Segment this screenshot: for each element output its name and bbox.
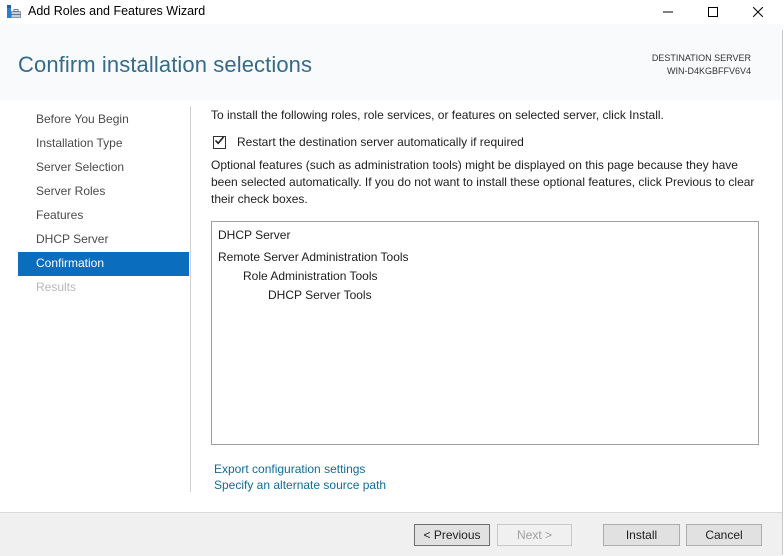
nav-item-features[interactable]: Features xyxy=(18,204,189,228)
server-manager-icon xyxy=(6,4,22,20)
nav-item-installation-type[interactable]: Installation Type xyxy=(18,132,189,156)
nav-item-results: Results xyxy=(36,280,77,294)
nav-item-confirmation[interactable]: Confirmation xyxy=(18,252,189,276)
restart-checkbox[interactable] xyxy=(213,135,226,149)
nav-item-dhcp-server[interactable]: DHCP Server xyxy=(18,228,189,252)
export-configuration-link[interactable]: Export configuration settings xyxy=(214,461,386,477)
selection-item-dhcp-server: DHCP Server xyxy=(218,228,291,242)
close-icon xyxy=(753,7,763,17)
maximize-icon xyxy=(708,7,718,17)
nav-item-server-selection[interactable]: Server Selection xyxy=(18,156,189,180)
minimize-button[interactable] xyxy=(645,0,691,24)
previous-button[interactable]: < Previous xyxy=(414,524,490,546)
minimize-icon xyxy=(663,7,673,17)
selection-item-dhcp-server-tools: DHCP Server Tools xyxy=(268,288,372,302)
checkmark-icon xyxy=(214,135,225,149)
close-button[interactable] xyxy=(735,0,781,24)
cancel-button[interactable]: Cancel xyxy=(686,524,762,546)
title-bar: Add Roles and Features Wizard xyxy=(0,0,784,24)
wizard-steps-nav: Before You Begin Installation Type Serve… xyxy=(18,108,189,300)
restart-checkbox-label: Restart the destination server automatic… xyxy=(237,135,524,149)
window-border xyxy=(782,30,783,555)
install-button[interactable]: Install xyxy=(603,524,680,546)
wizard-footer: < Previous Next > Install Cancel xyxy=(0,512,782,556)
next-button: Next > xyxy=(497,524,572,546)
page-title: Confirm installation selections xyxy=(18,52,313,77)
links-section: Export configuration settings Specify an… xyxy=(214,461,386,493)
destination-server-name: WIN-D4KGBFFV6V4 xyxy=(666,66,751,76)
optional-features-note: Optional features (such as administratio… xyxy=(211,158,755,206)
wizard-header: Confirm installation selections DESTINAT… xyxy=(0,24,782,100)
nav-divider xyxy=(190,106,191,492)
nav-item-before-you-begin[interactable]: Before You Begin xyxy=(18,108,189,132)
intro-text: To install the following roles, role ser… xyxy=(211,108,664,122)
selection-item-role-admin-tools: Role Administration Tools xyxy=(243,269,378,283)
destination-server-label: DESTINATION SERVER xyxy=(651,53,751,63)
maximize-button[interactable] xyxy=(690,0,736,24)
window-title: Add Roles and Features Wizard xyxy=(28,4,206,18)
nav-item-server-roles[interactable]: Server Roles xyxy=(18,180,189,204)
restart-checkbox-row[interactable]: Restart the destination server automatic… xyxy=(213,135,524,149)
selections-list: DHCP Server Remote Server Administration… xyxy=(211,221,759,445)
selection-item-rsat: Remote Server Administration Tools xyxy=(218,250,409,264)
alternate-source-path-link[interactable]: Specify an alternate source path xyxy=(214,477,386,493)
